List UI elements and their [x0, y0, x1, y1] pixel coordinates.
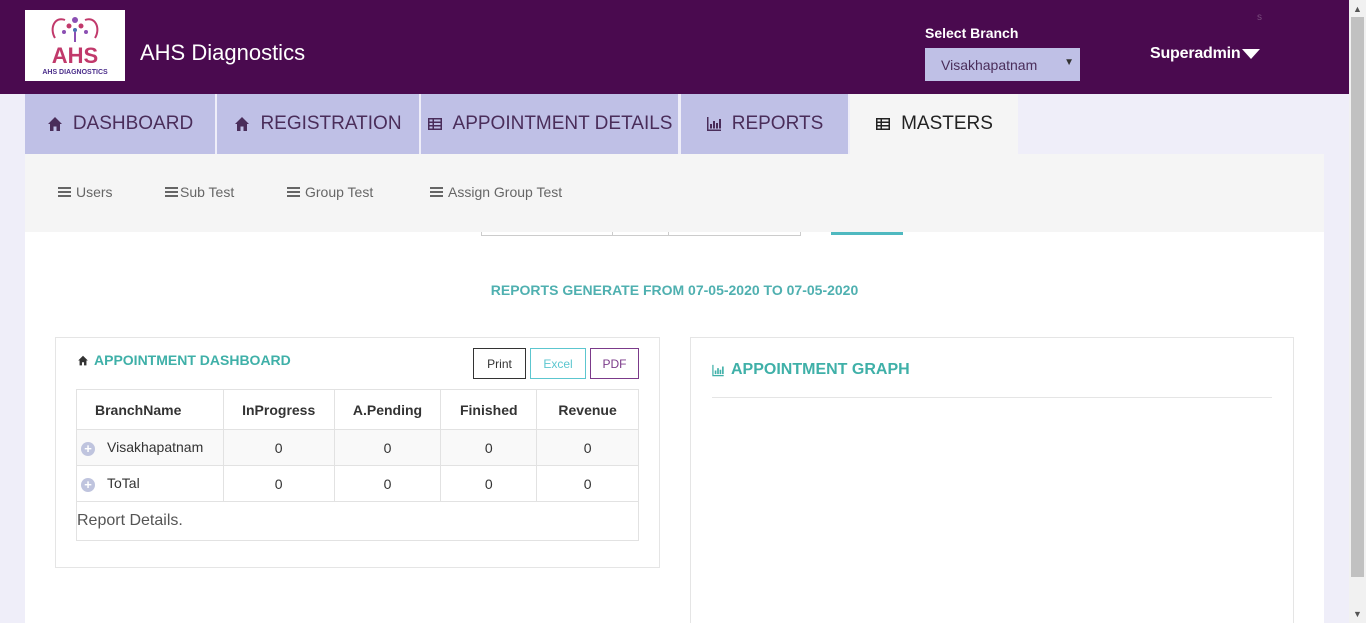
- app-title: AHS Diagnostics: [140, 40, 306, 65]
- branch-name: Visakhapatnam: [107, 439, 204, 456]
- caret-down-icon: [1242, 48, 1261, 59]
- scrollbar-thumb[interactable]: [1351, 17, 1364, 577]
- branch-select-value: Visakhapatnam: [941, 57, 1038, 73]
- table-cell: + ToTal: [76, 465, 224, 502]
- table-footer-row: Report Details.: [76, 501, 639, 541]
- filter-button[interactable]: [831, 232, 903, 235]
- branch-select[interactable]: Visakhapatnam ▼: [925, 48, 1080, 81]
- tiny-mark: s: [1257, 12, 1262, 23]
- column-header[interactable]: Revenue: [536, 389, 639, 430]
- tab-label: REGISTRATION: [260, 113, 402, 134]
- tab-reports[interactable]: REPORTS: [681, 94, 848, 154]
- tab-registration[interactable]: REGISTRATION: [217, 94, 419, 154]
- table-row: + ToTal 0 0 0 0: [76, 465, 639, 502]
- subnav-item-assign-group-test[interactable]: Assign Group Test: [430, 184, 562, 200]
- expand-plus-icon[interactable]: +: [81, 477, 95, 492]
- table-cell: 0: [440, 465, 538, 502]
- list-icon: [165, 187, 178, 197]
- table-row: + Visakhapatnam 0 0 0 0: [76, 429, 639, 466]
- appointment-dashboard-panel: APPOINTMENT DASHBOARD Print Excel PDF Br…: [55, 337, 660, 568]
- bar-chart-icon: [706, 117, 721, 131]
- user-name: Superadmin: [1150, 45, 1241, 62]
- svg-text:AHS DIAGNOSTICS: AHS DIAGNOSTICS: [42, 69, 108, 76]
- subnav-label: Group Test: [305, 184, 374, 200]
- table-cell: 0: [536, 465, 639, 502]
- subnav-label: Sub Test: [180, 184, 235, 200]
- logo[interactable]: AHS AHS DIAGNOSTICS: [25, 10, 125, 81]
- page-scrollbar[interactable]: ▲ ▼: [1349, 0, 1366, 623]
- tab-label: MASTERS: [901, 113, 993, 134]
- column-header[interactable]: BranchName: [76, 389, 224, 430]
- excel-button[interactable]: Excel: [530, 348, 586, 379]
- masters-subnav: Users Sub Test Group Test Assign Group T…: [25, 154, 1324, 232]
- table-icon: [427, 118, 442, 130]
- bar-chart-icon: [712, 364, 724, 376]
- report-range-heading: REPORTS GENERATE FROM 07-05-2020 TO 07-0…: [490, 282, 859, 298]
- pdf-button[interactable]: PDF: [590, 348, 639, 379]
- column-header[interactable]: A.Pending: [333, 389, 442, 430]
- tab-label: REPORTS: [731, 113, 824, 134]
- home-icon: [78, 355, 88, 365]
- tab-label: DASHBOARD: [72, 113, 194, 134]
- appointment-table: BranchName InProgress A.Pending Finished…: [76, 389, 639, 541]
- subnav-label: Assign Group Test: [448, 184, 563, 200]
- chevron-down-icon: ▼: [1064, 57, 1074, 68]
- table-cell: 0: [536, 429, 639, 466]
- list-icon: [430, 187, 443, 197]
- list-icon: [58, 187, 71, 197]
- appointment-graph-panel: APPOINTMENT GRAPH: [690, 337, 1294, 623]
- panel-title: APPOINTMENT GRAPH: [710, 361, 910, 379]
- svg-text:AHS: AHS: [52, 43, 98, 68]
- report-details-caption: Report Details.: [76, 501, 639, 541]
- table-header-row: BranchName InProgress A.Pending Finished…: [76, 389, 639, 430]
- list-icon: [287, 187, 300, 197]
- tab-dashboard[interactable]: DASHBOARD: [25, 94, 215, 154]
- column-header[interactable]: Finished: [440, 389, 538, 430]
- main-content: REPORTS GENERATE FROM 07-05-2020 TO 07-0…: [25, 232, 1324, 623]
- column-header[interactable]: InProgress: [222, 389, 335, 430]
- subnav-item-sub-test[interactable]: Sub Test: [165, 184, 234, 200]
- expand-plus-icon[interactable]: +: [81, 441, 95, 456]
- panel-title: APPOINTMENT DASHBOARD: [77, 352, 291, 368]
- panel-title-text: APPOINTMENT GRAPH: [731, 361, 910, 378]
- tab-appointment-details[interactable]: APPOINTMENT DETAILS: [421, 94, 678, 154]
- print-button[interactable]: Print: [473, 348, 526, 379]
- subnav-label: Users: [76, 184, 113, 200]
- date-filter-fields[interactable]: [481, 232, 801, 236]
- subnav-item-group-test[interactable]: Group Test: [287, 184, 373, 200]
- home-icon: [235, 117, 250, 131]
- ahs-logo-icon: AHS AHS DIAGNOSTICS: [42, 17, 108, 76]
- table-cell: 0: [222, 429, 335, 466]
- home-icon: [47, 117, 62, 131]
- table-cell: 0: [222, 465, 335, 502]
- tab-masters[interactable]: MASTERS: [850, 94, 1018, 154]
- user-menu[interactable]: Superadmin: [1150, 45, 1261, 63]
- table-cell: 0: [440, 429, 538, 466]
- scroll-down-icon[interactable]: ▼: [1353, 609, 1362, 619]
- divider: [712, 397, 1272, 398]
- top-header: AHS AHS DIAGNOSTICS AHS Diagnostics s Se…: [0, 0, 1349, 94]
- branch-name: ToTal: [107, 475, 140, 492]
- subnav-item-users[interactable]: Users: [58, 184, 113, 200]
- branch-label: Select Branch: [925, 25, 1019, 41]
- table-cell: 0: [333, 429, 442, 466]
- panel-title-text: APPOINTMENT DASHBOARD: [94, 352, 291, 368]
- tab-label: APPOINTMENT DETAILS: [452, 113, 673, 134]
- scroll-up-icon[interactable]: ▲: [1353, 4, 1362, 14]
- table-cell: 0: [333, 465, 442, 502]
- table-icon: [876, 118, 891, 130]
- table-cell: + Visakhapatnam: [76, 429, 224, 466]
